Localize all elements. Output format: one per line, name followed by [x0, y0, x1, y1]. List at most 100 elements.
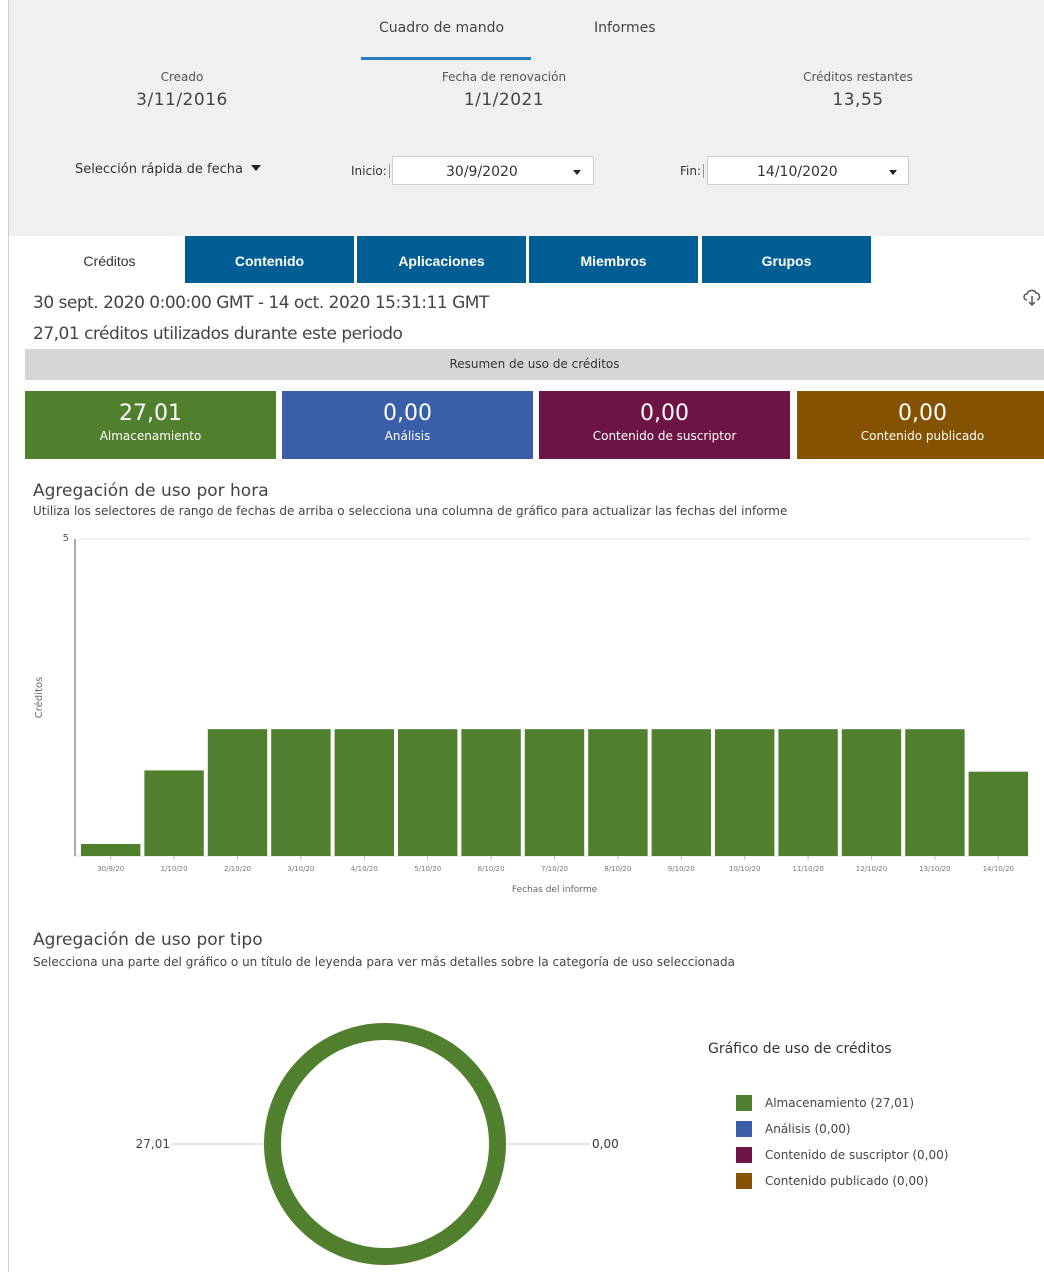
legend-title: Gráfico de uso de créditos	[708, 1041, 892, 1057]
remaining-value: 13,55	[832, 90, 884, 110]
legend-label: Análisis (0,00)	[765, 1122, 851, 1136]
tab-creditos[interactable]: Créditos	[25, 236, 194, 283]
summary-panel: Creado 3/11/2016 Fecha de renovación 1/1…	[9, 60, 1044, 236]
end-date-value: 14/10/2020	[757, 164, 838, 180]
tile-analysis[interactable]: 0,00 Análisis	[282, 391, 533, 459]
legend-item[interactable]: Contenido de suscriptor (0,00)	[736, 1142, 948, 1168]
cloud-download-icon[interactable]	[1022, 287, 1042, 307]
x-tick-label: 9/10/20	[668, 865, 695, 873]
tile-value: 0,00	[640, 401, 689, 426]
period-range: 30 sept. 2020 0:00:00 GMT - 14 oct. 2020…	[33, 293, 489, 313]
hourly-chart-title: Agregación de uso por hora	[33, 481, 269, 501]
legend-label: Contenido publicado (0,00)	[765, 1174, 929, 1188]
bar[interactable]	[588, 729, 648, 856]
renewal-label: Fecha de renovación	[441, 70, 567, 84]
x-tick-label: 10/10/20	[729, 865, 760, 873]
legend-label: Contenido de suscriptor (0,00)	[765, 1148, 949, 1162]
y-tick-label: 5	[63, 533, 69, 544]
bar[interactable]	[715, 729, 775, 856]
x-tick-label: 3/10/20	[287, 865, 314, 873]
hourly-bar-chart[interactable]: 5 Créditos 30/9/20 1/10/20 2/10/20 3/10/20 4/1…	[25, 525, 1040, 900]
tab-miembros[interactable]: Miembros	[529, 236, 698, 283]
remaining-label: Créditos restantes	[803, 70, 913, 84]
type-chart-title: Agregación de uso por tipo	[33, 930, 263, 950]
bar[interactable]	[81, 843, 141, 856]
bar[interactable]	[968, 771, 1028, 856]
bar[interactable]	[905, 729, 965, 856]
tile-published-content[interactable]: 0,00 Contenido publicado	[797, 391, 1044, 459]
tab-reports[interactable]: Informes	[594, 20, 656, 36]
credit-usage-summary-header: Resumen de uso de créditos	[25, 349, 1044, 380]
x-axis-label: Fechas del informe	[512, 885, 598, 895]
start-date-value: 30/9/2020	[446, 164, 518, 180]
tile-storage[interactable]: 27,01 Almacenamiento	[25, 391, 276, 459]
bar[interactable]	[334, 729, 394, 856]
bar[interactable]	[271, 729, 331, 856]
top-nav: Cuadro de mando Informes	[9, 0, 1044, 61]
legend-swatch	[736, 1147, 752, 1163]
renewal-stat: Fecha de renovación 1/1/2021	[394, 70, 614, 110]
tile-label: Contenido de suscriptor	[592, 429, 737, 443]
end-label: Fin:	[680, 164, 705, 178]
bar[interactable]	[144, 770, 204, 856]
hourly-chart-subtitle: Utiliza los selectores de rango de fecha…	[33, 504, 788, 518]
created-value: 3/11/2016	[136, 90, 228, 110]
bar[interactable]	[651, 729, 711, 856]
type-donut-chart[interactable]: 27,01 0,00	[100, 1020, 640, 1272]
tile-value: 0,00	[898, 401, 947, 426]
created-label: Creado	[160, 70, 204, 84]
credits-used-text: 27,01 créditos utilizados durante este p…	[33, 324, 403, 344]
x-tick-label: 6/10/20	[478, 865, 505, 873]
legend-item[interactable]: Almacenamiento (27,01)	[736, 1090, 948, 1116]
chevron-down-icon	[250, 165, 261, 171]
x-tick-label: 14/10/20	[983, 865, 1014, 873]
bar[interactable]	[207, 729, 268, 856]
x-tick-label: 12/10/20	[856, 865, 887, 873]
legend-item[interactable]: Análisis (0,00)	[736, 1116, 948, 1142]
donut-label-left: 27,01	[136, 1137, 170, 1151]
x-tick-label: 11/10/20	[792, 865, 823, 873]
legend-item[interactable]: Contenido publicado (0,00)	[736, 1168, 948, 1194]
bar[interactable]	[398, 729, 458, 856]
chevron-down-icon	[573, 170, 581, 175]
x-tick-label: 2/10/20	[224, 865, 251, 873]
tile-label: Almacenamiento	[99, 429, 202, 443]
tab-aplicaciones[interactable]: Aplicaciones	[357, 236, 526, 283]
donut-label-right: 0,00	[592, 1137, 619, 1151]
tile-value: 0,00	[383, 401, 432, 426]
quick-date-select[interactable]: Selección rápida de fecha	[75, 162, 261, 177]
created-stat: Creado 3/11/2016	[72, 70, 292, 110]
x-tick-label: 5/10/20	[414, 865, 441, 873]
bar[interactable]	[778, 729, 838, 856]
legend-swatch	[736, 1173, 752, 1189]
bar[interactable]	[461, 729, 521, 856]
type-chart-subtitle: Selecciona una parte del gráfico o un tí…	[33, 955, 735, 969]
tile-label: Contenido publicado	[860, 429, 985, 443]
tile-label: Análisis	[384, 429, 431, 443]
tile-subscriber-content[interactable]: 0,00 Contenido de suscriptor	[539, 391, 790, 459]
start-date-select[interactable]: 30/9/2020	[392, 156, 594, 185]
donut-slice[interactable]	[264, 1023, 506, 1265]
legend-swatch	[736, 1095, 752, 1111]
tab-grupos[interactable]: Grupos	[702, 236, 871, 283]
x-tick-label: 1/10/20	[161, 865, 188, 873]
tab-contenido[interactable]: Contenido	[185, 236, 354, 283]
chevron-down-icon	[889, 170, 897, 175]
remaining-stat: Créditos restantes 13,55	[748, 70, 968, 110]
x-tick-label: 8/10/20	[604, 865, 631, 873]
bar[interactable]	[524, 729, 585, 856]
x-tick-label: 13/10/20	[919, 865, 950, 873]
legend-swatch	[736, 1121, 752, 1137]
start-label: Inicio:	[351, 164, 390, 178]
renewal-value: 1/1/2021	[463, 90, 545, 110]
legend-label: Almacenamiento (27,01)	[765, 1096, 915, 1110]
x-tick-label: 4/10/20	[351, 865, 378, 873]
x-tick-label: 30/9/20	[97, 865, 124, 873]
tab-dashboard[interactable]: Cuadro de mando	[379, 20, 504, 36]
end-date-select[interactable]: 14/10/2020	[707, 156, 909, 185]
bar[interactable]	[841, 729, 902, 856]
quick-date-label: Selección rápida de fecha	[75, 162, 243, 177]
chart-legend: Almacenamiento (27,01) Análisis (0,00) Con…	[736, 1090, 948, 1194]
x-tick-label: 7/10/20	[541, 865, 568, 873]
tile-value: 27,01	[119, 401, 182, 426]
